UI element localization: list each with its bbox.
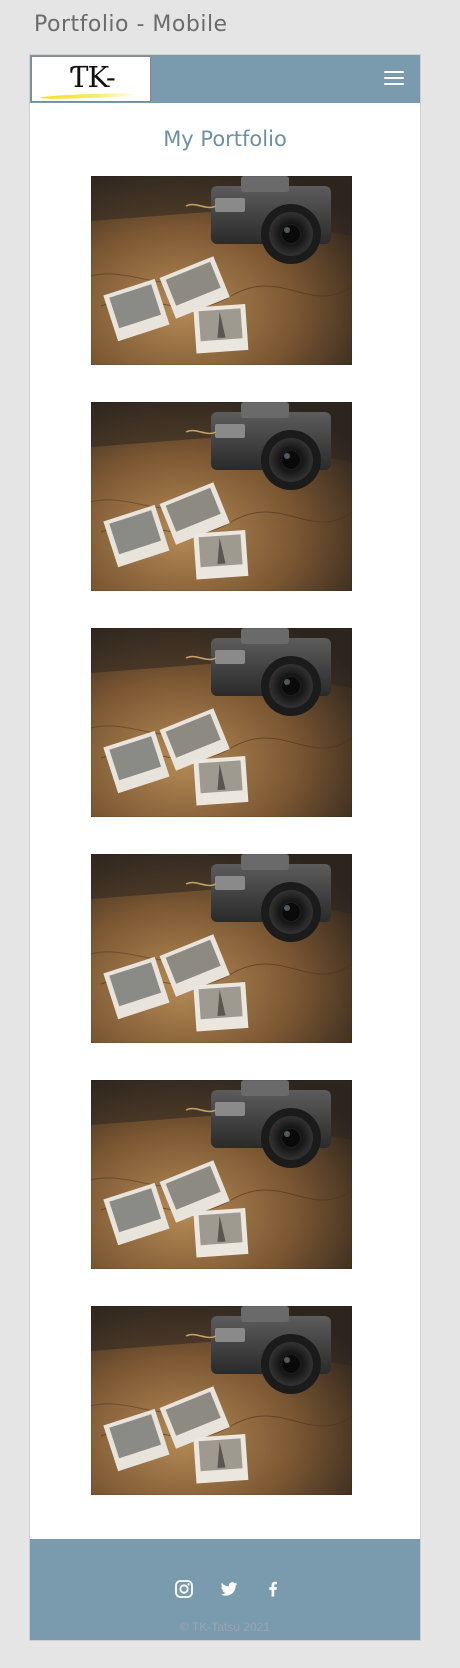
instagram-icon[interactable]	[174, 1579, 194, 1599]
copyright-text: © TK-Tatsu 2021	[180, 1620, 270, 1634]
mobile-page-frame: ƬK-Ƭatsu My Portfolio	[29, 54, 421, 1641]
portfolio-image[interactable]	[91, 854, 352, 1043]
page-title: My Portfolio	[163, 127, 287, 151]
portfolio-image[interactable]	[91, 1306, 352, 1495]
portfolio-image[interactable]	[91, 176, 352, 365]
window-title: Portfolio - Mobile	[34, 12, 228, 37]
portfolio-image[interactable]	[91, 1080, 352, 1269]
portfolio-image[interactable]	[91, 628, 352, 817]
twitter-icon[interactable]	[219, 1579, 239, 1599]
facebook-icon[interactable]	[263, 1579, 283, 1599]
header-bar: ƬK-Ƭatsu	[30, 55, 420, 103]
hamburger-menu-icon[interactable]	[384, 71, 406, 87]
camera-photo-image	[91, 1080, 352, 1269]
camera-photo-image	[91, 628, 352, 817]
logo-wordmark: ƬK-Ƭatsu	[54, 60, 132, 101]
camera-photo-image	[91, 1306, 352, 1495]
camera-photo-image	[91, 402, 352, 591]
camera-photo-image	[91, 176, 352, 365]
portfolio-image[interactable]	[91, 402, 352, 591]
camera-photo-image	[91, 854, 352, 1043]
site-logo[interactable]: ƬK-Ƭatsu	[31, 56, 151, 102]
footer: © TK-Tatsu 2021	[30, 1539, 420, 1640]
